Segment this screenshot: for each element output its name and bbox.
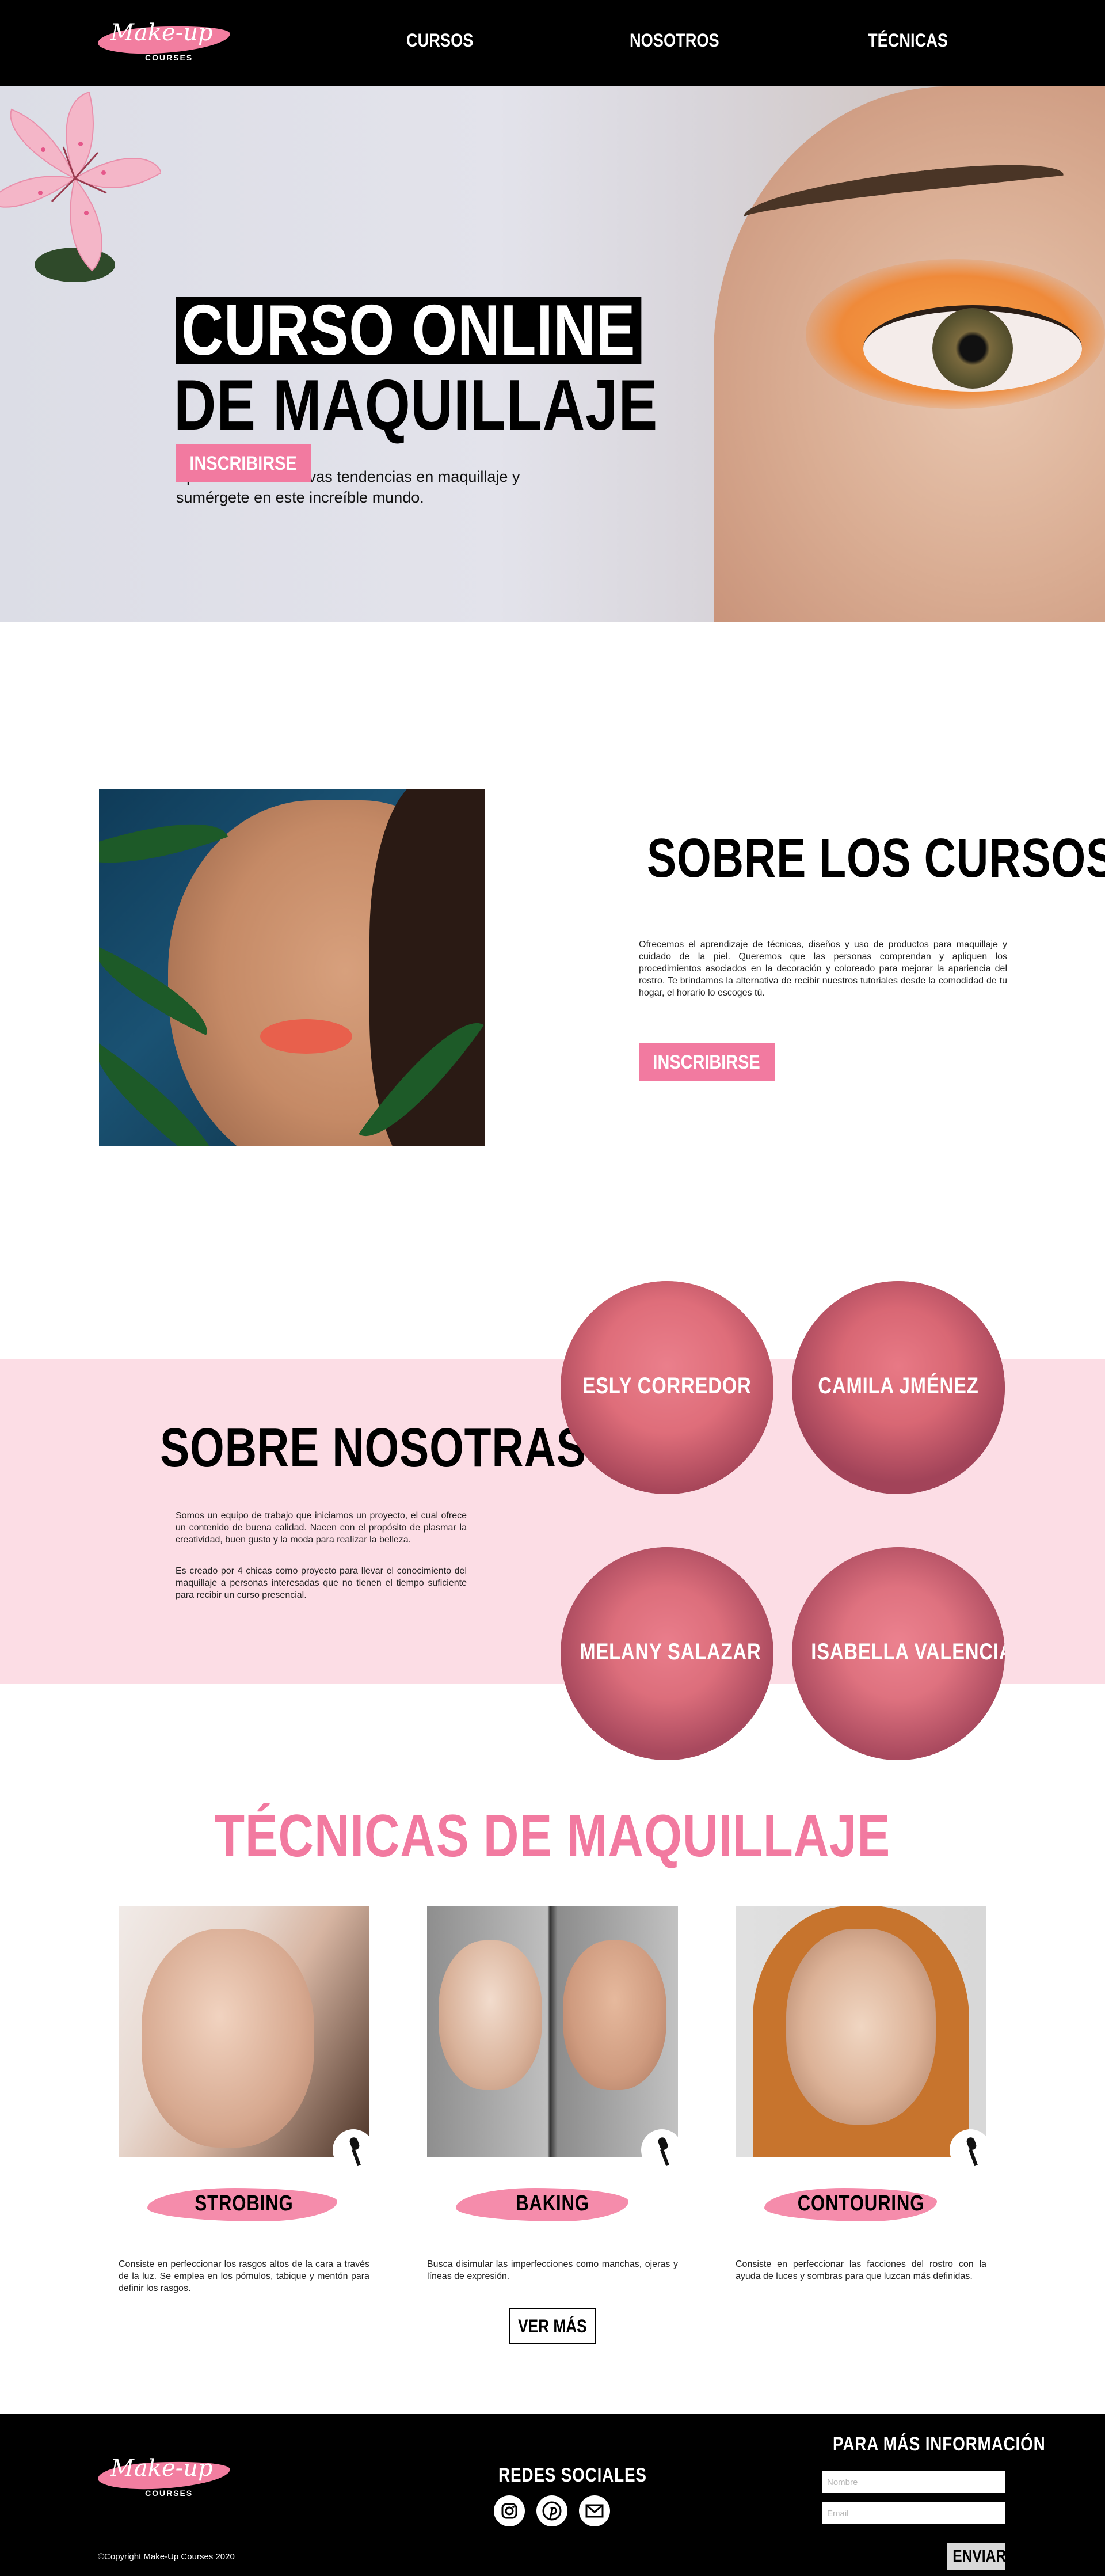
cursos-model-lips <box>260 1019 352 1054</box>
hero-signup-button[interactable]: INSCRIBIRSE <box>176 444 311 482</box>
technique-description: Busca disimular las imperfecciones como … <box>427 2259 678 2281</box>
technique-label: BAKING <box>516 2191 589 2216</box>
cursos-body: Ofrecemos el aprendizaje de técnicas, di… <box>639 940 1007 998</box>
logo-script-text: Make-up <box>110 2455 213 2482</box>
ver-mas-button[interactable]: VER MÁS <box>509 2308 596 2344</box>
hero-section: CURSO ONLINE DE MAQUILLAJE Aprende sobre… <box>0 86 1105 622</box>
nav-link-nosotros[interactable]: NOSOTROS <box>630 30 719 51</box>
cursos-signup-label: INSCRIBIRSE <box>653 1051 761 1073</box>
social-title: REDES SOCIALES <box>498 2464 647 2486</box>
nosotras-title: SOBRE NOSOTRAS <box>160 1417 586 1479</box>
cursos-signup-button[interactable]: INSCRIBIRSE <box>639 1043 775 1081</box>
lily-flower-image <box>0 92 161 282</box>
member-card-esly[interactable]: ESLY CORREDOR <box>561 1281 774 1494</box>
nosotras-paragraph-1: Somos un equipo de trabajo que iniciamos… <box>176 1511 467 1545</box>
technique-description: Consiste en perfeccionar los rasgos alto… <box>119 2259 369 2293</box>
member-name: ESLY CORREDOR <box>582 1373 752 1399</box>
email-field[interactable] <box>822 2502 1005 2524</box>
pinterest-icon[interactable] <box>536 2495 567 2526</box>
nosotras-paragraph-2: Es creado por 4 chicas como proyecto par… <box>176 1566 467 1600</box>
member-card-melany[interactable]: MELANY SALAZAR <box>561 1547 774 1760</box>
hero-iris-image <box>932 308 1013 389</box>
technique-card-strobing[interactable]: STROBING Consiste en perfeccionar los ra… <box>119 1906 374 2297</box>
member-card-isabella[interactable]: ISABELLA VALENCIA <box>792 1547 1005 1760</box>
hero-title-line1: CURSO ONLINE <box>176 295 642 366</box>
logo-script-text: Make-up <box>110 20 213 46</box>
makeup-brush-icon <box>950 2129 991 2171</box>
instagram-icon[interactable] <box>494 2495 525 2526</box>
technique-photo-baking <box>427 1906 678 2157</box>
photo-face-shape <box>786 1929 936 2125</box>
technique-description: Consiste en perfeccionar las facciones d… <box>736 2259 986 2281</box>
member-name: ISABELLA VALENCIA <box>811 1639 1005 1665</box>
technique-card-baking[interactable]: BAKING Busca disimular las imperfeccione… <box>427 1906 683 2297</box>
email-icon[interactable] <box>579 2495 610 2526</box>
makeup-brush-icon <box>641 2129 683 2171</box>
technique-label: STROBING <box>195 2191 294 2216</box>
makeup-brush-icon <box>333 2129 374 2171</box>
technique-photo-strobing <box>119 1906 369 2157</box>
hero-title-line2: DE MAQUILLAJE <box>174 366 658 445</box>
name-field[interactable] <box>822 2471 1005 2493</box>
cursos-model-image <box>99 789 485 1146</box>
technique-label: CONTOURING <box>797 2191 925 2216</box>
photo-face-shape <box>563 1940 666 2090</box>
ver-mas-label: VER MÁS <box>518 2316 587 2336</box>
brand-logo[interactable]: Make-up COURSES <box>97 20 236 66</box>
info-title: PARA MÁS INFORMACIÓN <box>833 2433 1046 2455</box>
member-name: MELANY SALAZAR <box>580 1639 761 1665</box>
cursos-title: SOBRE LOS CURSOS <box>647 827 1105 889</box>
logo-sub-text: COURSES <box>145 2488 193 2498</box>
send-button[interactable]: ENVIAR <box>947 2543 1007 2570</box>
nav-link-tecnicas[interactable]: TÉCNICAS <box>868 30 948 51</box>
photo-face-shape <box>142 1929 314 2148</box>
send-label: ENVIAR <box>952 2547 1007 2566</box>
technique-card-contouring[interactable]: CONTOURING Consiste en perfeccionar las … <box>736 1906 991 2297</box>
footer-brand-logo[interactable]: Make-up COURSES <box>97 2455 236 2501</box>
hero-signup-label: INSCRIBIRSE <box>189 453 298 474</box>
logo-sub-text: COURSES <box>145 53 193 62</box>
top-nav: Make-up COURSES CURSOS NOSOTROS TÉCNICAS <box>0 0 1105 86</box>
technique-photo-contouring <box>736 1906 986 2157</box>
member-card-camila[interactable]: CAMILA JMÉNEZ <box>792 1281 1005 1494</box>
photo-face-shape <box>439 1940 542 2090</box>
tecnicas-title: TÉCNICAS DE MAQUILLAJE <box>214 1803 891 1870</box>
member-name: CAMILA JMÉNEZ <box>818 1373 979 1399</box>
nav-link-cursos[interactable]: CURSOS <box>406 30 473 51</box>
copyright-text: ©Copyright Make-Up Courses 2020 <box>98 2552 235 2562</box>
